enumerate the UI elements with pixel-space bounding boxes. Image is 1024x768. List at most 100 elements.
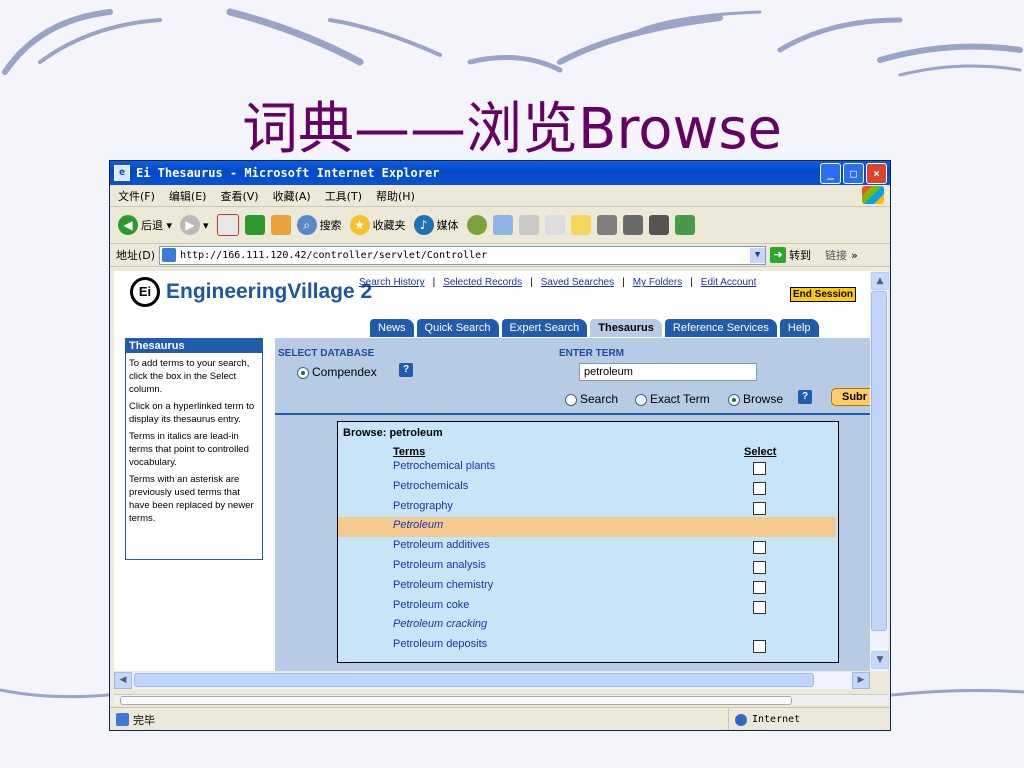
browse-row: Petrography bbox=[338, 498, 836, 518]
home-icon[interactable] bbox=[270, 215, 291, 235]
back-button[interactable]: ◀ 后退 ▾ bbox=[118, 215, 172, 235]
vertical-scrollbar[interactable]: ▲ ▼ bbox=[870, 271, 889, 671]
mode-browse[interactable]: Browse bbox=[728, 392, 783, 406]
horizontal-scrollbar[interactable]: ◀ ▶ bbox=[114, 672, 870, 689]
select-checkbox[interactable] bbox=[753, 541, 766, 555]
discuss-icon[interactable] bbox=[570, 215, 591, 235]
tab-reference-services[interactable]: Reference Services bbox=[664, 319, 777, 337]
status-bar: 完毕 Internet bbox=[110, 707, 890, 730]
go-button[interactable]: 转到 bbox=[789, 247, 811, 263]
term-link[interactable]: Petrochemicals bbox=[393, 480, 468, 492]
browse-row: Petroleum bbox=[338, 517, 836, 538]
search-button[interactable]: ⌕ 搜索 bbox=[296, 215, 342, 235]
select-checkbox[interactable] bbox=[753, 580, 766, 594]
select-checkbox[interactable] bbox=[753, 600, 766, 614]
select-checkbox[interactable] bbox=[753, 561, 766, 574]
hscroll-thumb[interactable] bbox=[134, 673, 814, 687]
link-my-folders[interactable]: My Folders bbox=[633, 277, 682, 288]
select-checkbox[interactable] bbox=[753, 640, 766, 654]
tab-expert-search[interactable]: Expert Search bbox=[501, 319, 588, 337]
database-help-icon[interactable]: ? bbox=[399, 363, 413, 377]
back-label: 后退 bbox=[141, 219, 163, 232]
menu-favorites[interactable]: 收藏(A) bbox=[273, 188, 311, 204]
link-saved-searches[interactable]: Saved Searches bbox=[541, 277, 614, 288]
term-link[interactable]: Petrography bbox=[393, 500, 453, 512]
tab-news[interactable]: News bbox=[370, 319, 414, 337]
term-help-icon[interactable]: ? bbox=[798, 390, 812, 404]
mode-browse-radio[interactable] bbox=[728, 393, 740, 406]
search-icon: ⌕ bbox=[296, 215, 317, 235]
frame-scroll-thumb[interactable] bbox=[120, 696, 792, 705]
frame-scrollbar[interactable] bbox=[114, 694, 888, 705]
media-button[interactable]: ♪ 媒体 bbox=[413, 215, 459, 235]
tab-quick-search[interactable]: Quick Search bbox=[416, 319, 499, 337]
term-link[interactable]: Petroleum coke bbox=[393, 599, 469, 611]
menu-file[interactable]: 文件(F) bbox=[118, 188, 155, 204]
tab-help[interactable]: Help bbox=[779, 319, 819, 337]
browse-row: Petroleum chemistry bbox=[338, 577, 836, 597]
mail-icon[interactable] bbox=[492, 215, 513, 235]
tab-thesaurus[interactable]: Thesaurus bbox=[590, 319, 662, 337]
people-icon[interactable] bbox=[674, 215, 695, 235]
chevron-down-icon[interactable]: ▼ bbox=[750, 247, 766, 263]
scroll-left-icon[interactable]: ◀ bbox=[114, 672, 132, 689]
messenger-icon[interactable] bbox=[622, 215, 643, 235]
select-checkbox[interactable] bbox=[753, 501, 766, 515]
mode-exact-term[interactable]: Exact Term bbox=[635, 392, 710, 406]
security-zone: Internet bbox=[728, 708, 800, 730]
stop-icon[interactable] bbox=[216, 214, 239, 236]
links-button[interactable]: 链接 bbox=[825, 247, 847, 263]
term-link[interactable]: Petroleum deposits bbox=[393, 638, 487, 650]
mode-search[interactable]: Search bbox=[565, 392, 618, 406]
term-link[interactable]: Petrochemical plants bbox=[393, 460, 495, 472]
database-option[interactable]: Compendex bbox=[297, 365, 377, 379]
history-icon[interactable] bbox=[466, 215, 487, 235]
tool-icon[interactable] bbox=[648, 215, 669, 235]
address-input[interactable]: http://166.111.120.42/controller/servlet… bbox=[159, 245, 767, 265]
browse-row: Petrochemicals bbox=[338, 478, 836, 498]
link-selected-records[interactable]: Selected Records bbox=[443, 277, 522, 288]
refresh-icon[interactable] bbox=[244, 215, 265, 235]
database-radio[interactable] bbox=[297, 366, 309, 379]
ev-logo[interactable]: Ei Engineering Village 2 bbox=[130, 277, 372, 307]
select-checkbox[interactable] bbox=[753, 462, 766, 475]
scroll-thumb[interactable] bbox=[871, 291, 887, 631]
title-bar[interactable]: e Ei Thesaurus - Microsoft Internet Expl… bbox=[110, 161, 890, 185]
term-input[interactable]: petroleum bbox=[579, 363, 757, 381]
end-session-button[interactable]: End Session bbox=[790, 287, 857, 302]
term-link[interactable]: Petroleum cracking bbox=[393, 618, 487, 630]
mode-exact-radio[interactable] bbox=[635, 393, 647, 406]
minimize-button[interactable]: _ bbox=[820, 162, 841, 184]
scroll-right-icon[interactable]: ▶ bbox=[852, 672, 870, 689]
ei-logo-icon: Ei bbox=[130, 277, 160, 307]
mode-search-radio[interactable] bbox=[565, 393, 577, 406]
menu-help[interactable]: 帮助(H) bbox=[376, 188, 415, 204]
scroll-up-icon[interactable]: ▲ bbox=[871, 272, 889, 290]
research-icon[interactable] bbox=[596, 215, 617, 235]
link-search-history[interactable]: Search History bbox=[359, 277, 425, 288]
forward-button[interactable]: ▶ ▾ bbox=[180, 215, 209, 235]
submit-button[interactable]: Subr bbox=[831, 388, 870, 406]
select-checkbox[interactable] bbox=[753, 481, 766, 495]
term-link[interactable]: Petroleum analysis bbox=[393, 559, 486, 571]
page-content: Ei Engineering Village 2 Search History |… bbox=[114, 271, 870, 671]
star-icon: ★ bbox=[349, 215, 370, 235]
go-arrow-icon[interactable]: ➜ bbox=[770, 247, 787, 263]
edit-icon[interactable] bbox=[544, 215, 565, 235]
menu-edit[interactable]: 编辑(E) bbox=[169, 188, 207, 204]
status-text: 完毕 bbox=[133, 713, 155, 727]
close-button[interactable]: × bbox=[866, 162, 887, 184]
term-link[interactable]: Petroleum chemistry bbox=[393, 579, 493, 591]
scroll-down-icon[interactable]: ▼ bbox=[871, 651, 889, 669]
menu-view[interactable]: 查看(V) bbox=[220, 188, 258, 204]
print-icon[interactable] bbox=[518, 215, 539, 235]
media-icon: ♪ bbox=[413, 215, 434, 235]
link-edit-account[interactable]: Edit Account bbox=[701, 277, 757, 288]
favorites-button[interactable]: ★ 收藏夹 bbox=[349, 215, 406, 235]
menu-tools[interactable]: 工具(T) bbox=[325, 188, 362, 204]
term-link[interactable]: Petroleum bbox=[393, 519, 443, 531]
term-link[interactable]: Petroleum additives bbox=[393, 539, 490, 551]
maximize-button[interactable]: □ bbox=[843, 162, 864, 184]
nav-tabs: News Quick Search Expert Search Thesauru… bbox=[370, 319, 819, 337]
overflow-icon[interactable]: » bbox=[851, 249, 858, 262]
